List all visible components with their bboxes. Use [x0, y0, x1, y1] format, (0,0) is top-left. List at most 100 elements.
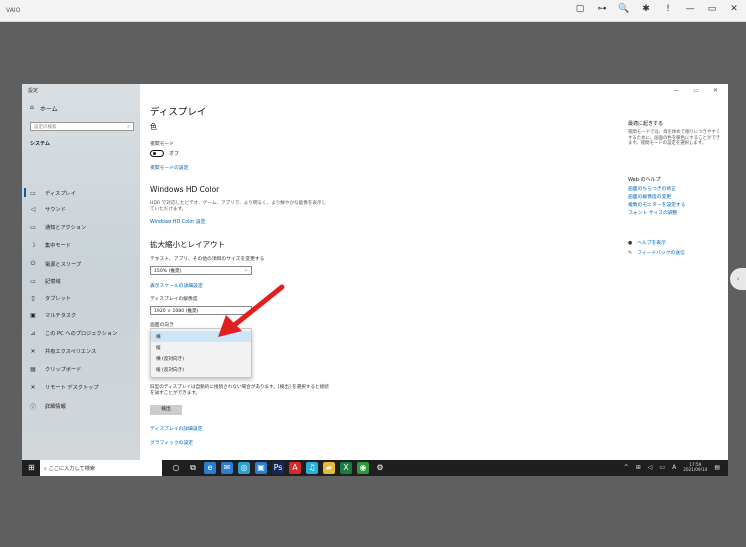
close-button[interactable]: ✕	[728, 4, 740, 14]
scale-dropdown[interactable]: 150% (推奨) ⌄	[150, 266, 252, 275]
search-icon: ⌕	[127, 124, 130, 130]
sidebar-item-remote[interactable]: ✕ リモート デスクトップ	[30, 384, 99, 391]
taskbar-apps: ○ ⧉ e ✉ ◎ ▣ Ps A ♫ ▰ X ◉ ⚙	[170, 462, 386, 474]
edge-icon[interactable]: e	[204, 462, 216, 474]
minimize-button[interactable]: —	[684, 4, 696, 14]
sidebar-item-label: 通知とアクション	[45, 225, 87, 231]
screen-icon[interactable]: ▢	[574, 4, 586, 14]
help-link-resolution[interactable]: 画面の解像度の変更	[628, 194, 724, 202]
excel-icon[interactable]: X	[340, 462, 352, 474]
sidebar-home[interactable]: ⌂ ホーム	[30, 104, 58, 113]
sidebar-item-power[interactable]: ⏻ 電源とスリープ	[30, 260, 81, 268]
tray-chevron-icon[interactable]: ^	[624, 464, 629, 471]
settings-search-input[interactable]: 設定の検索 ⌕	[30, 122, 134, 131]
graphics-settings-link[interactable]: グラフィックの設定	[150, 439, 193, 446]
alert-icon[interactable]: !	[662, 4, 674, 14]
get-help-link[interactable]: ● ヘルプを表示	[628, 239, 724, 249]
sidebar-item-monitor[interactable]: ▭ ディスプレイ	[24, 188, 76, 197]
task-view-icon[interactable]: ⧉	[187, 462, 199, 474]
home-label: ホーム	[39, 106, 58, 113]
store-icon[interactable]: ▣	[255, 462, 267, 474]
sidebar-item-notification[interactable]: ▭ 通知とアクション	[30, 224, 86, 231]
sidebar-item-speaker[interactable]: ◁ サウンド	[30, 206, 66, 213]
taskbar: ⊞ ⌕ ここに入力して検索 ○ ⧉ e ✉ ◎ ▣ Ps A ♫ ▰ X ◉ ⚙ ^ ⊞ ◁ ▭ A 1…	[22, 460, 728, 476]
settings-minimize-button[interactable]: —	[673, 87, 679, 94]
sidebar-item-shared[interactable]: ✕ 共有エクスペリエンス	[30, 348, 96, 355]
orientation-option-portrait-flipped[interactable]: 縦 (反対向き)	[151, 364, 251, 375]
advanced-scaling-link[interactable]: 表示スケールの詳細設定	[150, 282, 203, 289]
sidebar-item-multitask[interactable]: ▣ マルチタスク	[30, 312, 76, 319]
maximize-button[interactable]: ▭	[706, 4, 718, 14]
outer-window-title: VAIO	[6, 7, 21, 14]
sidebar-item-label: 記憶域	[45, 279, 61, 285]
sidebar-item-label: リモート デスクトップ	[45, 385, 99, 391]
feedback-link[interactable]: ✎ フィードバックの送信	[628, 249, 724, 259]
cortana-icon[interactable]: ○	[170, 462, 182, 474]
outer-titlebar: VAIO ▢ ⊶ 🔍 ✱ ! — ▭ ✕	[0, 0, 746, 22]
advanced-display-link[interactable]: ディスプレイの詳細設定	[150, 425, 202, 432]
orientation-option-portrait[interactable]: 縦	[151, 342, 251, 353]
photos-icon[interactable]: ◎	[238, 462, 250, 474]
chevron-down-icon: ⌄	[243, 267, 248, 273]
sidebar-item-label: ディスプレイ	[45, 191, 76, 197]
feedback-icon: ✎	[628, 251, 633, 256]
tray-ime-icon[interactable]: A	[672, 464, 676, 471]
sleep-text: 夜間モードでは、目を休めて眠りにつきやすくするために、画面の色を暖色にすることが…	[628, 130, 721, 147]
tray-network-icon[interactable]: ⊞	[636, 464, 641, 471]
orientation-option-landscape-flipped[interactable]: 横 (反対向き)	[151, 353, 251, 364]
sleep-heading: 最適に起きする	[628, 121, 664, 127]
settings-main: — ▭ ✕ ディスプレイ 色 夜間モード オフ 夜間モードの設定 Windows…	[140, 84, 728, 460]
settings-maximize-button[interactable]: ▭	[693, 87, 699, 94]
detect-note: 旧型のディスプレイは自動的に接続されない場合があります。[検出] を選択すると接…	[150, 385, 329, 397]
hdr-heading: Windows HD Color	[150, 185, 220, 194]
moon-icon: ☽	[30, 242, 36, 249]
shared-icon: ✕	[30, 348, 36, 355]
power-icon: ⏻	[30, 260, 36, 267]
zoom-icon[interactable]: 🔍	[618, 4, 630, 14]
detect-button[interactable]: 検出	[150, 405, 182, 415]
explorer-icon[interactable]: ▰	[323, 462, 335, 474]
sidebar-item-moon[interactable]: ☽ 集中モード	[30, 242, 71, 249]
sidebar-item-label: クリップボード	[45, 367, 82, 373]
mail-icon[interactable]: ✉	[221, 462, 233, 474]
night-light-settings-link[interactable]: 夜間モードの設定	[150, 164, 188, 171]
pin-icon[interactable]: ✱	[640, 4, 652, 14]
taskbar-search-input[interactable]: ⌕ ここに入力して検索	[40, 460, 162, 476]
night-light-toggle[interactable]	[150, 150, 164, 157]
web-help-heading: Web のヘルプ	[628, 177, 661, 183]
sidebar-item-label: マルチタスク	[45, 313, 77, 319]
windows-start-icon[interactable]: ⊞	[28, 463, 35, 472]
tray-volume-icon[interactable]: ◁	[648, 464, 653, 471]
side-panel-handle[interactable]: ‹	[730, 268, 746, 290]
scale-heading: 拡大縮小とレイアウト	[150, 240, 225, 249]
help-link-multi-monitor[interactable]: 複数のモニターを設定する	[628, 202, 724, 210]
chrome-icon[interactable]: ◉	[357, 462, 369, 474]
tray-display-icon[interactable]: ▭	[659, 464, 665, 471]
photoshop-icon[interactable]: Ps	[272, 462, 284, 474]
sidebar-item-storage[interactable]: ▭ 記憶域	[30, 278, 61, 285]
acrobat-icon[interactable]: A	[289, 462, 301, 474]
hdr-settings-link[interactable]: Windows HD Color 設定	[150, 218, 205, 225]
sidebar-item-label: サウンド	[45, 207, 66, 213]
settings-window-controls: — ▭ ✕	[673, 87, 718, 94]
clipboard-icon: ▤	[30, 366, 36, 373]
clock[interactable]: 17:59 2021/09/14	[683, 462, 707, 472]
settings-close-button[interactable]: ✕	[713, 87, 718, 94]
music-icon[interactable]: ♫	[306, 462, 318, 474]
remote-icon: ✕	[30, 384, 36, 391]
notification-center-icon[interactable]: ▤	[714, 464, 720, 471]
settings-icon[interactable]: ⚙	[374, 462, 386, 474]
sidebar-item-tablet[interactable]: ▯ タブレット	[30, 295, 71, 302]
help-link-font-size[interactable]: フォント サイズの調整	[628, 210, 724, 218]
key-icon[interactable]: ⊶	[596, 4, 608, 14]
outer-window-controls: ▢ ⊶ 🔍 ✱ ! — ▭ ✕	[574, 4, 740, 14]
color-heading: 色	[150, 123, 157, 131]
system-tray: ^ ⊞ ◁ ▭ A 17:59 2021/09/14 ▤	[624, 462, 720, 472]
help-link-flicker[interactable]: 画面のちらつきの修正	[628, 186, 724, 194]
resolution-label: ディスプレイの解像度	[150, 297, 198, 302]
help-icon: ●	[628, 241, 633, 246]
sidebar-item-clipboard[interactable]: ▤ クリップボード	[30, 366, 81, 373]
sidebar-item-projection[interactable]: ⊿ この PC へのプロジェクション	[30, 330, 117, 337]
sidebar-item-info[interactable]: ⓘ 詳細情報	[30, 402, 66, 411]
settings-sidebar: 設定 ⌂ ホーム 設定の検索 ⌕ システム ▭ ディスプレイ ◁ サウンド ▭ 通知とアク…	[22, 84, 140, 460]
